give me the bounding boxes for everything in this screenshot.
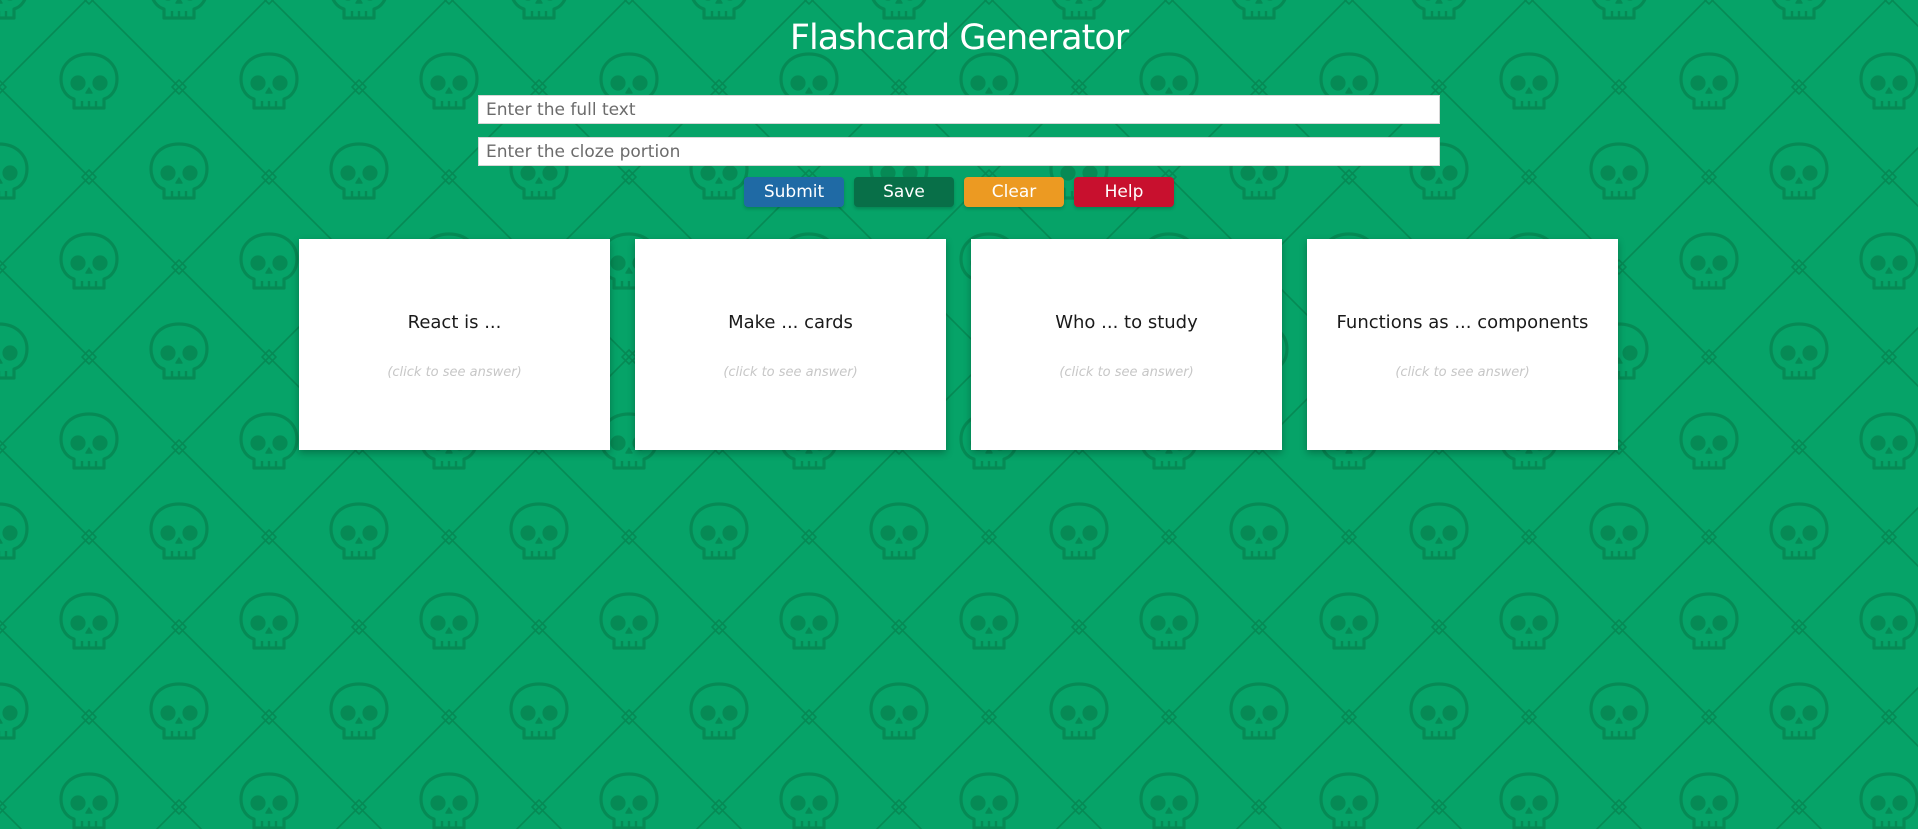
card-question: React is ... — [407, 312, 502, 333]
card-hint: (click to see answer) — [1395, 365, 1530, 380]
card-hint: (click to see answer) — [387, 365, 522, 380]
help-button[interactable]: Help — [1074, 177, 1174, 207]
flashcard[interactable]: Make ... cards (click to see answer) — [635, 239, 946, 450]
card-hint: (click to see answer) — [723, 365, 858, 380]
submit-button[interactable]: Submit — [744, 177, 844, 207]
flashcard[interactable]: Who ... to study (click to see answer) — [971, 239, 1282, 450]
flashcard[interactable]: React is ... (click to see answer) — [299, 239, 610, 450]
app-container: Flashcard Generator Submit Save Clear He… — [0, 0, 1918, 829]
button-row: Submit Save Clear Help — [0, 177, 1918, 207]
flashcard[interactable]: Functions as ... components (click to se… — [1307, 239, 1618, 450]
card-question: Functions as ... components — [1336, 312, 1589, 333]
card-question: Who ... to study — [1055, 312, 1198, 333]
card-question: Make ... cards — [728, 312, 853, 333]
card-hint: (click to see answer) — [1059, 365, 1194, 380]
cloze-portion-input[interactable] — [478, 137, 1440, 166]
clear-button[interactable]: Clear — [964, 177, 1064, 207]
full-text-input[interactable] — [478, 95, 1440, 124]
page-title: Flashcard Generator — [789, 18, 1129, 58]
save-button[interactable]: Save — [854, 177, 954, 207]
